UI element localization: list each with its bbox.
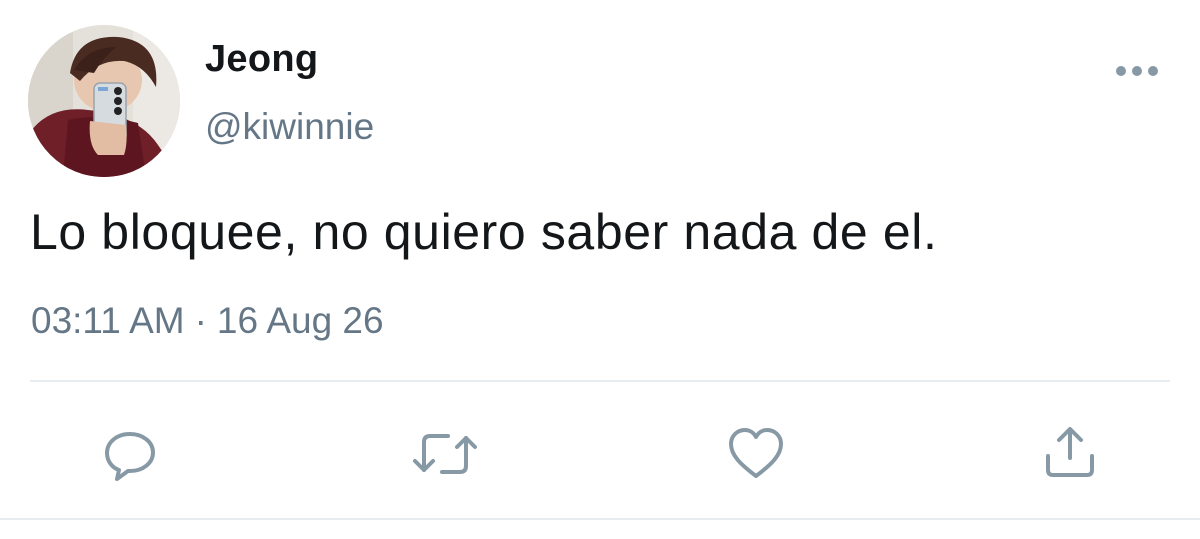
heart-icon [729,428,783,478]
retweet-button[interactable] [410,424,477,484]
handle[interactable]: @kiwinnie [205,106,374,148]
tweet-text: Lo bloquee, no quiero saber nada de el. [30,204,938,260]
share-icon [1046,427,1094,477]
tweet-date: 16 Aug 26 [216,300,384,341]
share-button[interactable] [1040,424,1100,484]
meta-separator: · [194,300,207,341]
divider [30,380,1170,382]
more-horizontal-icon[interactable] [1112,58,1162,84]
avatar[interactable] [28,25,180,177]
tweet-timestamp[interactable]: 03:11 AM · 16 Aug 26 [31,300,384,342]
reply-button[interactable] [100,424,160,484]
divider [0,518,1200,520]
reply-icon [105,432,155,481]
like-button[interactable] [726,424,786,484]
tweet-time: 03:11 AM [31,300,185,341]
tweet-card: Jeong @kiwinnie Lo bloquee, no quiero sa… [0,0,1200,539]
retweet-icon [413,434,477,474]
display-name[interactable]: Jeong [205,38,318,81]
profile-photo [28,25,180,177]
